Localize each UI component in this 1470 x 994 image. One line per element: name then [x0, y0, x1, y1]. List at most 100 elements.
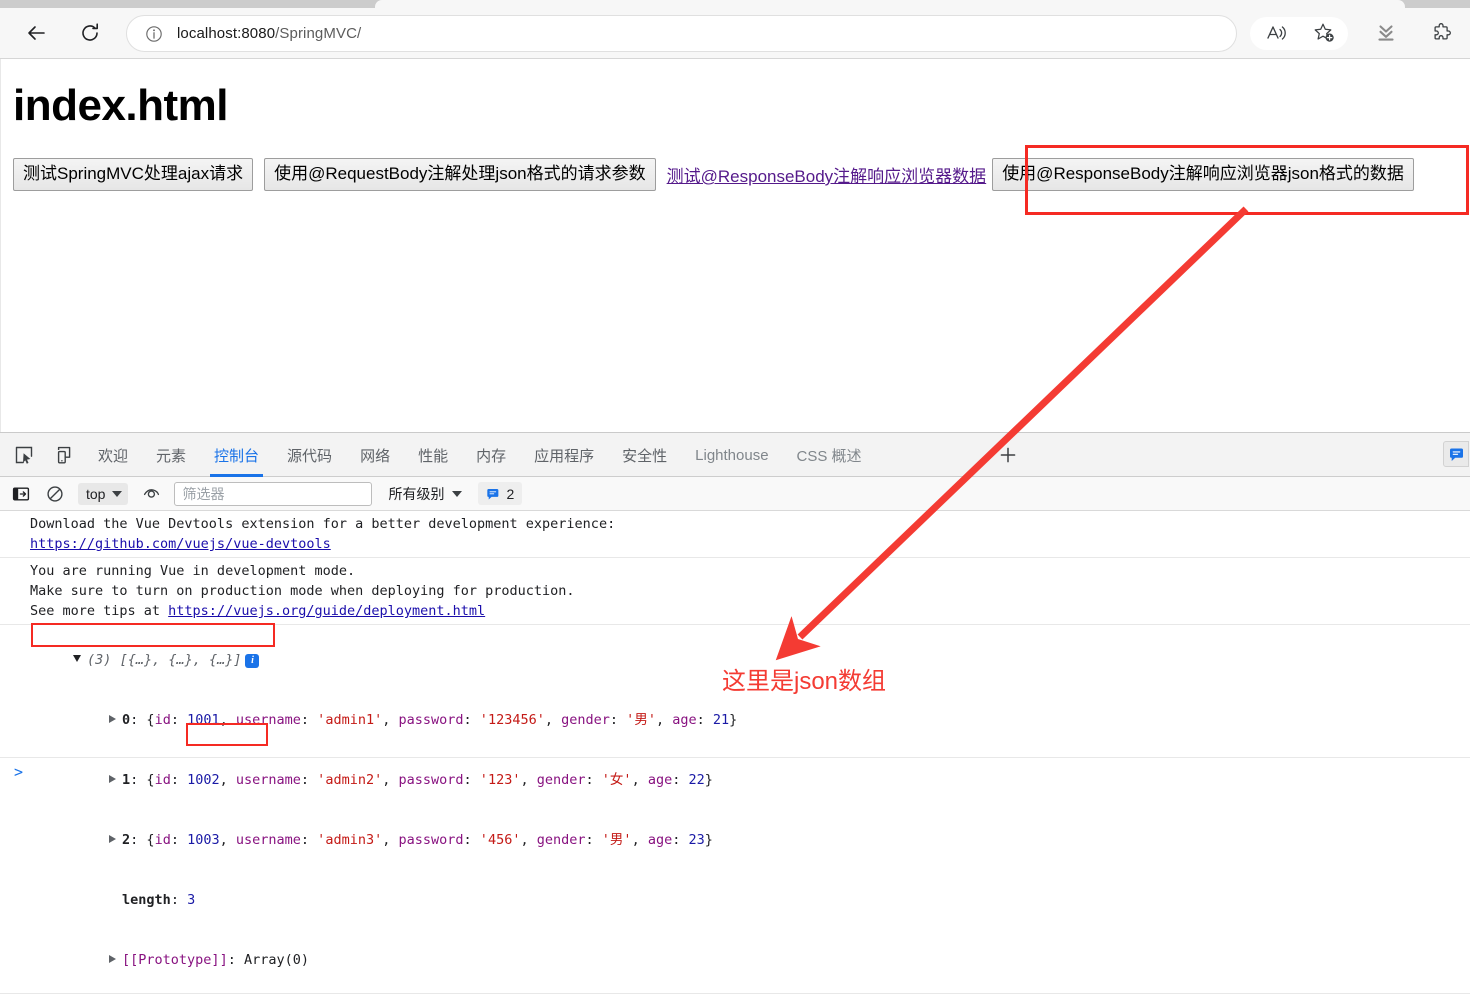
active-browser-tab[interactable] — [375, 0, 1405, 8]
inspect-element-button[interactable] — [12, 444, 36, 466]
response-body-link[interactable]: 测试@ResponseBody注解响应浏览器数据 — [667, 162, 987, 187]
value-username: admin3 — [325, 832, 375, 848]
address-bar-url: localhost:8080/SpringMVC/ — [177, 25, 361, 42]
clear-console-icon — [47, 485, 63, 502]
console-message-text: See more tips at — [30, 603, 169, 619]
feedback-button[interactable] — [1443, 441, 1469, 467]
console-message-text: You are running Vue in development mode. — [30, 563, 356, 579]
console-level-selector[interactable]: 所有级别 — [388, 484, 463, 504]
expand-triangle-icon[interactable] — [73, 655, 82, 662]
console-message-vue-devtools: Download the Vue Devtools extension for … — [0, 511, 1470, 558]
feedback-icon — [1449, 448, 1463, 461]
prototype-value: Array(0) — [243, 952, 309, 968]
value-id: 1001 — [187, 712, 220, 728]
console-message-link[interactable]: https://github.com/vuejs/vue-devtools — [30, 536, 331, 552]
console-filter-placeholder: 筛选器 — [182, 485, 225, 502]
tab-security[interactable]: 安全性 — [608, 433, 681, 477]
device-toolbar-icon — [57, 446, 71, 464]
array-length-row: length: 3 — [122, 892, 196, 908]
console-context-selector[interactable]: top — [78, 482, 129, 505]
tab-strip — [0, 0, 1470, 8]
value-age: 21 — [712, 712, 730, 728]
address-bar[interactable]: localhost:8080/SpringMVC/ — [126, 15, 1237, 52]
console-level-label: 所有级别 — [388, 485, 445, 502]
extensions-button[interactable] — [1424, 15, 1460, 51]
key-password: password — [398, 832, 464, 848]
extensions-icon — [1433, 22, 1451, 40]
value-id: 1003 — [187, 832, 220, 848]
tab-performance[interactable]: 性能 — [404, 433, 462, 477]
console-message-link[interactable]: https://vuejs.org/guide/deployment.html — [168, 603, 485, 619]
console-input-prompt[interactable]: > — [0, 757, 1470, 785]
inspect-element-icon — [15, 446, 33, 464]
clear-console-button[interactable] — [44, 483, 66, 505]
value-gender: 男 — [634, 712, 648, 728]
key-age: age — [647, 832, 673, 848]
live-expression-button[interactable] — [140, 483, 162, 505]
browser-chrome: localhost:8080/SpringMVC/ — [0, 0, 1470, 59]
downloads-icon — [1378, 25, 1394, 41]
reload-button[interactable] — [72, 15, 108, 51]
device-toolbar-button[interactable] — [50, 444, 74, 466]
console-message-count-badge[interactable]: 2 — [478, 482, 523, 505]
url-host: localhost:8080 — [177, 25, 276, 42]
tab-sources[interactable]: 源代码 — [273, 433, 346, 477]
key-gender: gender — [561, 712, 610, 728]
tab-application[interactable]: 应用程序 — [520, 433, 608, 477]
console-toolbar: top 筛选器 所有级别 2 — [0, 477, 1470, 511]
expand-triangle-icon[interactable] — [109, 835, 117, 843]
info-icon[interactable] — [145, 25, 163, 43]
annotation-label: 这里是json数组 — [722, 668, 887, 695]
read-aloud-icon — [1267, 26, 1286, 40]
key-id: id — [154, 712, 171, 728]
read-aloud-button[interactable] — [1258, 15, 1294, 51]
array-item-row[interactable]: 2: {id: 1003, username: 'admin3', passwo… — [0, 810, 1470, 870]
response-body-json-button[interactable]: 使用@ResponseBody注解响应浏览器json格式的数据 — [992, 158, 1414, 191]
url-path: /SpringMVC/ — [275, 25, 362, 42]
expand-triangle-icon[interactable] — [109, 715, 117, 723]
reload-icon — [82, 23, 98, 41]
value-password: 456 — [487, 832, 513, 848]
devtools-tabs: 欢迎 元素 控制台 源代码 网络 性能 内存 应用程序 安全性 Lighthou… — [84, 433, 876, 477]
tab-css-overview[interactable]: CSS 概述 — [783, 433, 876, 477]
plus-icon — [1000, 447, 1016, 463]
devtools-tab-bar: 欢迎 元素 控制台 源代码 网络 性能 内存 应用程序 安全性 Lighthou… — [0, 433, 1470, 477]
back-arrow-icon — [28, 26, 45, 40]
tab-welcome[interactable]: 欢迎 — [84, 433, 142, 477]
page-button-row: 测试SpringMVC处理ajax请求 使用@RequestBody注解处理js… — [13, 158, 1425, 191]
value-gender: 男 — [609, 832, 624, 848]
add-panel-button[interactable] — [996, 444, 1020, 466]
tab-memory[interactable]: 内存 — [462, 433, 520, 477]
add-favorite-button[interactable] — [1306, 15, 1342, 51]
key-password: password — [398, 712, 464, 728]
test-ajax-button[interactable]: 测试SpringMVC处理ajax请求 — [13, 158, 254, 191]
value-password: 123456 — [487, 712, 537, 728]
back-button[interactable] — [18, 15, 54, 51]
array-count: (3) — [87, 652, 112, 668]
console-message-text: Make sure to turn on production mode whe… — [30, 583, 575, 599]
console-sidebar-icon — [12, 487, 30, 501]
key-id: id — [154, 832, 171, 848]
console-output: Download the Vue Devtools extension for … — [0, 511, 1470, 994]
request-body-button[interactable]: 使用@RequestBody注解处理json格式的请求参数 — [264, 158, 656, 191]
console-filter-input[interactable]: 筛选器 — [174, 481, 373, 506]
console-message-text: Download the Vue Devtools extension for … — [30, 516, 616, 532]
array-item-row[interactable]: 0: {id: 1001, username: 'admin1', passwo… — [0, 690, 1470, 750]
array-length-key: length — [122, 892, 171, 908]
prototype-key: [[Prototype]] — [122, 952, 228, 968]
message-badge-icon — [487, 488, 499, 500]
tab-console[interactable]: 控制台 — [200, 433, 273, 477]
info-badge-icon[interactable]: i — [245, 654, 260, 668]
array-item-index: 2 — [122, 832, 131, 848]
key-username: username — [235, 832, 301, 848]
tab-network[interactable]: 网络 — [346, 433, 404, 477]
key-age: age — [672, 712, 697, 728]
console-sidebar-button[interactable] — [10, 483, 32, 505]
expand-triangle-icon[interactable] — [109, 955, 117, 963]
page-title: index.html — [13, 81, 229, 130]
array-prototype-row[interactable]: [[Prototype]]: Array(0) — [0, 930, 1470, 990]
tab-lighthouse[interactable]: Lighthouse — [681, 433, 782, 477]
downloads-button[interactable] — [1368, 15, 1404, 51]
tab-elements[interactable]: 元素 — [142, 433, 200, 477]
key-username: username — [235, 712, 301, 728]
